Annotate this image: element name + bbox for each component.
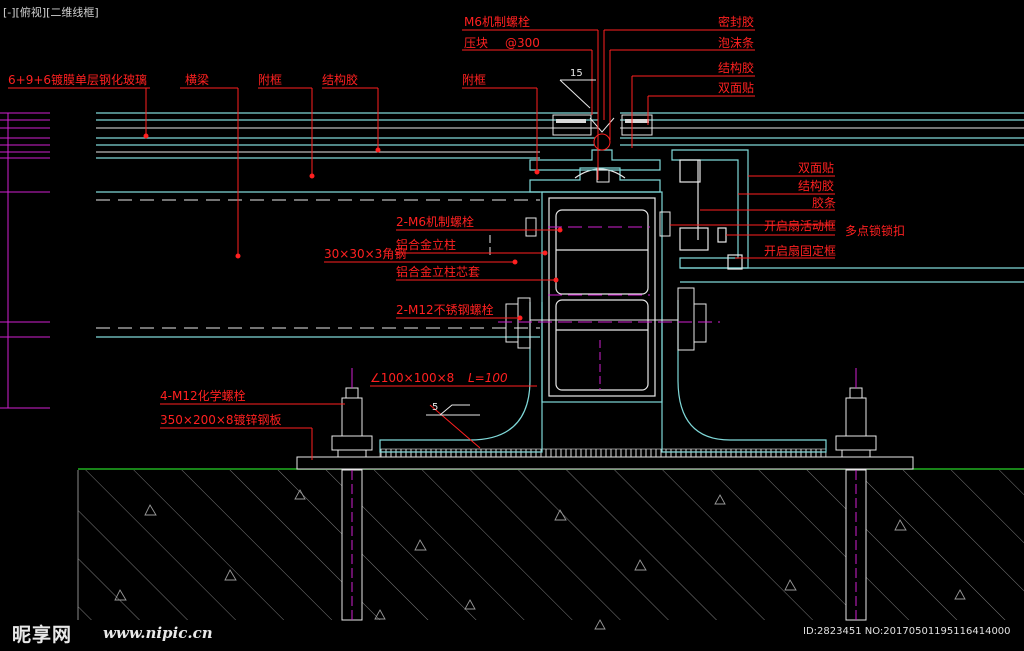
pressure-block <box>552 114 653 183</box>
label-rubber-strip: 胶条 <box>812 195 836 210</box>
label-double-tape-right: 双面贴 <box>798 161 834 175</box>
aluminum-mullion <box>529 149 663 403</box>
m12-bolt <box>505 287 707 351</box>
transom <box>96 191 1024 338</box>
label-sub-frame-mid: 附框 <box>462 73 486 87</box>
label-m6-bolts-2: 2-M6机制螺栓 <box>396 214 474 229</box>
sealant-fill <box>556 119 649 123</box>
label-structural-glue-right: 结构胶 <box>798 178 834 193</box>
label-purlin: 横梁 <box>185 72 209 87</box>
label-multi-lock: 多点锁锁扣 <box>845 223 905 238</box>
label-m12-bolts: 2-M12不锈钢螺栓 <box>396 302 494 317</box>
label-weld: 5 <box>432 402 438 413</box>
label-fixed-frame: 开启扇固定框 <box>764 243 836 258</box>
label-angle-100: ∠100×100×8 <box>370 371 454 385</box>
label-sub-frame-left: 附框 <box>258 73 282 87</box>
label-double-tape-top: 双面贴 <box>718 81 754 95</box>
watermark-logo: 昵享网 <box>12 624 73 646</box>
label-slope-dim: 15 <box>570 68 583 79</box>
label-vent-frame: 开启扇活动框 <box>764 218 836 233</box>
cad-drawing: M6机制螺栓 压块 @300 密封胶 泡沫条 结构胶 双面贴 6+9+6镀膜单层… <box>0 14 1024 630</box>
callout-text: M6机制螺栓 压块 @300 密封胶 泡沫条 结构胶 双面贴 6+9+6镀膜单层… <box>8 14 905 427</box>
slope-indicator <box>559 79 596 109</box>
label-chem-anchor: 4-M12化学螺栓 <box>160 388 246 403</box>
label-mullion-core: 铝合金立柱芯套 <box>396 264 480 279</box>
viewport-label[interactable]: [-][俯视][二维线框] <box>3 4 99 20</box>
label-angle-30: 30×30×3角钢 <box>324 247 406 261</box>
label-pressure-block: 压块 <box>464 36 488 50</box>
label-m6-bolt: M6机制螺栓 <box>464 14 530 29</box>
label-foam-strip: 泡沫条 <box>718 36 754 50</box>
watermark-url: www.nipic.cn <box>103 624 213 642</box>
label-structural-glue-left: 结构胶 <box>322 72 358 87</box>
concrete-slab <box>77 470 1024 630</box>
label-structural-glue-top: 结构胶 <box>718 60 754 75</box>
label-length: L=100 <box>468 371 508 385</box>
label-spacing: @300 <box>505 36 540 50</box>
glass-panel-inner <box>96 127 1024 153</box>
label-glass: 6+9+6镀膜单层钢化玻璃 <box>8 73 147 87</box>
label-sealant: 密封胶 <box>718 14 754 29</box>
label-steel-plate: 350×200×8镀锌钢板 <box>160 413 282 427</box>
dimension-ticks <box>0 112 50 409</box>
image-id: ID:2823451 NO:20170501195116414000 <box>803 626 1011 637</box>
